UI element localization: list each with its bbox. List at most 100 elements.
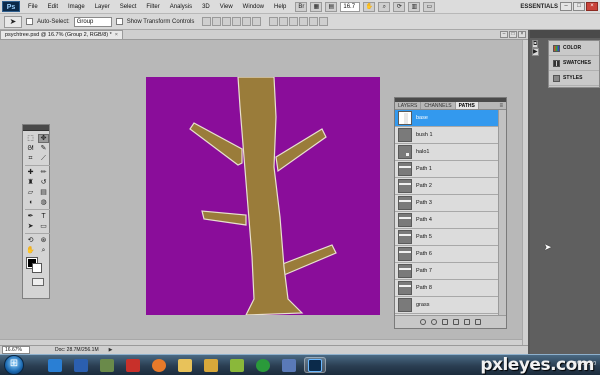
stroke-path-icon[interactable] bbox=[431, 319, 437, 325]
blur-tool-icon[interactable]: ◖ bbox=[25, 198, 36, 207]
zoom-icon[interactable]: ⌕ bbox=[378, 1, 391, 12]
panel-menu-icon[interactable]: ≡ bbox=[499, 102, 503, 110]
tab-paths[interactable]: PATHS bbox=[455, 102, 479, 109]
internet-explorer-icon[interactable] bbox=[44, 357, 66, 373]
move-tool-preset-icon[interactable]: ➤ bbox=[4, 15, 22, 28]
dodge-tool-icon[interactable]: ◍ bbox=[38, 198, 49, 207]
minibridge-icon[interactable]: ▦ bbox=[310, 1, 323, 12]
distribute-right-icon[interactable] bbox=[319, 17, 329, 26]
new-path-icon[interactable] bbox=[464, 319, 470, 325]
clone-stamp-tool-icon[interactable]: ♜ bbox=[25, 178, 36, 187]
distribute-bottom-icon[interactable] bbox=[289, 17, 299, 26]
shape-tool-icon[interactable]: ▭ bbox=[38, 222, 49, 231]
extras-icon[interactable]: ▤ bbox=[325, 1, 338, 12]
document-tab-close-icon[interactable]: × bbox=[115, 32, 118, 38]
artwork-canvas[interactable] bbox=[146, 77, 380, 315]
word-icon[interactable] bbox=[70, 357, 92, 373]
brush-tool-icon[interactable]: ✏ bbox=[38, 168, 49, 177]
dock-item-styles[interactable]: STYLES bbox=[549, 71, 599, 86]
history-icon[interactable]: ⧉ bbox=[532, 40, 539, 48]
close-button[interactable]: × bbox=[586, 2, 598, 11]
eraser-tool-icon[interactable]: ▱ bbox=[25, 188, 36, 197]
vertical-scrollbar[interactable] bbox=[522, 40, 528, 345]
media-player-icon[interactable] bbox=[200, 357, 222, 373]
menu-filter[interactable]: Filter bbox=[141, 0, 164, 14]
maximize-button[interactable]: □ bbox=[573, 2, 585, 11]
path-row[interactable]: Path 6 bbox=[395, 246, 499, 263]
doc-restore-button[interactable]: □ bbox=[509, 31, 517, 38]
menu-analysis[interactable]: Analysis bbox=[165, 0, 197, 14]
actions-icon[interactable]: ▶ bbox=[532, 48, 539, 56]
hand-icon[interactable]: ✋ bbox=[363, 1, 376, 12]
menu-window[interactable]: Window bbox=[238, 0, 269, 14]
menu-view[interactable]: View bbox=[215, 0, 238, 14]
make-work-path-icon[interactable] bbox=[453, 319, 459, 325]
screen-mode-icon[interactable]: ▭ bbox=[423, 1, 436, 12]
healing-brush-tool-icon[interactable]: ✚ bbox=[25, 168, 36, 177]
path-row[interactable]: base bbox=[395, 110, 499, 127]
dock-item-color[interactable]: COLOR bbox=[549, 41, 599, 56]
minimize-button[interactable]: – bbox=[560, 2, 572, 11]
arrange-documents-icon[interactable]: ▥ bbox=[408, 1, 421, 12]
rotate-view-icon[interactable]: ⟳ bbox=[393, 1, 406, 12]
delete-path-icon[interactable] bbox=[475, 319, 481, 325]
align-bottom-icon[interactable] bbox=[222, 17, 232, 26]
auto-select-dropdown[interactable]: Group bbox=[73, 16, 112, 27]
menu-help[interactable]: Help bbox=[269, 0, 291, 14]
load-as-selection-icon[interactable] bbox=[442, 319, 448, 325]
document-tab[interactable]: psychtree.psd @ 16.7% (Group 2, RGB/8) *… bbox=[0, 30, 123, 39]
align-left-icon[interactable] bbox=[232, 17, 242, 26]
pen-tool-icon[interactable]: ✒ bbox=[25, 212, 36, 221]
menu-layer[interactable]: Layer bbox=[90, 0, 115, 14]
menu-3d[interactable]: 3D bbox=[197, 0, 215, 14]
path-row[interactable]: Path 7 bbox=[395, 263, 499, 280]
dock-item-swatches[interactable]: SWATCHES bbox=[549, 56, 599, 71]
dock-header[interactable] bbox=[530, 30, 600, 38]
zoom-level-field[interactable]: 16.7 bbox=[340, 1, 361, 12]
paths-scrollbar[interactable] bbox=[498, 110, 506, 316]
quick-mask-icon[interactable] bbox=[31, 278, 44, 286]
path-row[interactable]: Path 3 bbox=[395, 195, 499, 212]
menu-edit[interactable]: Edit bbox=[43, 0, 63, 14]
file-explorer-icon[interactable] bbox=[174, 357, 196, 373]
3d-orbit-tool-icon[interactable]: ⊛ bbox=[38, 236, 49, 245]
workspace-switcher[interactable]: ESSENTIALS bbox=[520, 2, 558, 12]
path-row[interactable]: Path 4 bbox=[395, 212, 499, 229]
move-tool-icon[interactable]: ✥ bbox=[38, 134, 49, 143]
acrobat-icon[interactable] bbox=[122, 357, 144, 373]
distribute-hcenter-icon[interactable] bbox=[309, 17, 319, 26]
path-row[interactable]: Path 8 bbox=[395, 280, 499, 297]
align-right-icon[interactable] bbox=[252, 17, 262, 26]
transform-controls-checkbox[interactable] bbox=[115, 18, 123, 25]
crop-tool-icon[interactable]: ⌗ bbox=[25, 154, 36, 163]
app-eye-icon[interactable] bbox=[252, 357, 274, 373]
bridge-icon[interactable]: Br bbox=[295, 1, 308, 12]
distribute-top-icon[interactable] bbox=[269, 17, 279, 26]
path-row[interactable]: Path 5 bbox=[395, 229, 499, 246]
path-row[interactable]: grass bbox=[395, 297, 499, 314]
menu-image[interactable]: Image bbox=[63, 0, 90, 14]
3d-rotate-tool-icon[interactable]: ⟲ bbox=[25, 236, 36, 245]
doc-minimize-button[interactable]: – bbox=[500, 31, 508, 38]
photo-viewer-icon[interactable] bbox=[96, 357, 118, 373]
fill-path-icon[interactable] bbox=[420, 319, 426, 325]
start-button[interactable] bbox=[4, 355, 24, 375]
path-row[interactable]: Path 1 bbox=[395, 161, 499, 178]
doc-close-button[interactable]: × bbox=[518, 31, 526, 38]
type-tool-icon[interactable]: T bbox=[38, 212, 49, 221]
flash-icon[interactable] bbox=[226, 357, 248, 373]
chat-icon[interactable] bbox=[278, 357, 300, 373]
distribute-vcenter-icon[interactable] bbox=[279, 17, 289, 26]
status-zoom-field[interactable]: 16.67% bbox=[2, 346, 30, 354]
path-row[interactable]: Path 2 bbox=[395, 178, 499, 195]
path-row[interactable]: bush 1 bbox=[395, 127, 499, 144]
lasso-tool-icon[interactable]: ᘛ bbox=[25, 144, 36, 153]
history-brush-tool-icon[interactable]: ↺ bbox=[38, 178, 49, 187]
menu-select[interactable]: Select bbox=[115, 0, 142, 14]
auto-select-checkbox[interactable] bbox=[26, 18, 33, 25]
hand-tool-icon[interactable]: ✋ bbox=[25, 246, 36, 255]
quick-select-tool-icon[interactable]: ✎ bbox=[38, 144, 49, 153]
photoshop-taskbar-icon[interactable] bbox=[304, 357, 326, 373]
align-vcenter-icon[interactable] bbox=[212, 17, 222, 26]
firefox-icon[interactable] bbox=[148, 357, 170, 373]
